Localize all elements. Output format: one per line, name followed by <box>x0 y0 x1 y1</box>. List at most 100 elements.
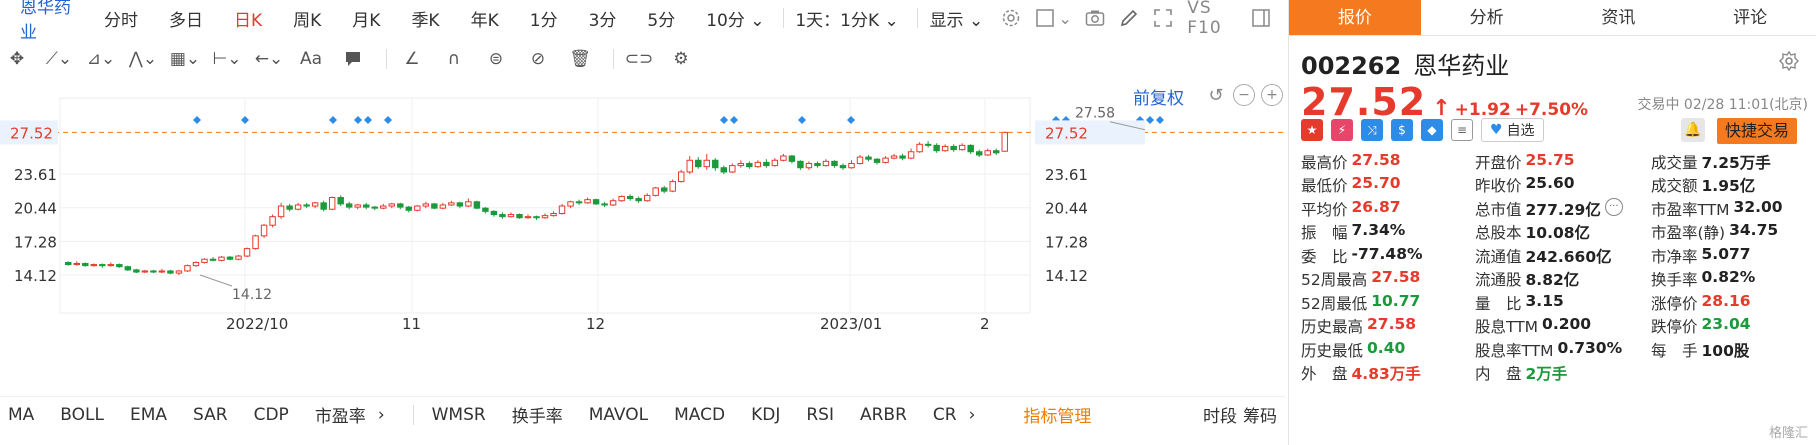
settings-gear-icon[interactable] <box>1001 7 1021 29</box>
drawing-settings-icon[interactable]: ⚙ <box>664 44 698 74</box>
candle-up <box>737 162 745 167</box>
period-tab-3min[interactable]: 3分 <box>589 6 617 31</box>
wave-tool-icon[interactable]: ⋀⌄ <box>126 44 160 74</box>
period-tab-weekly-k[interactable]: 周K <box>293 6 321 31</box>
event-marker-icon <box>847 116 855 124</box>
indicator-sar[interactable]: SAR <box>193 405 228 425</box>
candle-down <box>116 264 123 268</box>
indicator-ema[interactable]: EMA <box>130 405 167 425</box>
candle-up <box>294 204 302 210</box>
line-tool-icon[interactable]: ⟋⌄ <box>42 44 76 74</box>
bell-icon[interactable]: 🔔 <box>1681 118 1705 142</box>
china-flag-icon[interactable]: ★ <box>1301 119 1323 141</box>
indicator-ma[interactable]: MA <box>8 405 34 425</box>
stat-label: 市盈率(静) <box>1651 224 1726 243</box>
candle-down <box>320 202 327 210</box>
dollar-icon[interactable]: $ <box>1391 119 1413 141</box>
stat-value: 1.95亿 <box>1701 177 1756 196</box>
indicator-kdj[interactable]: KDJ <box>751 405 780 425</box>
indicator-arbr[interactable]: ARBR <box>860 405 907 425</box>
period-dropdown-10min[interactable]: 10分 ⌄ <box>706 6 764 31</box>
x-tick-label: 2 <box>980 315 990 333</box>
stat-cell: 最低价 25.70 <box>1301 174 1475 196</box>
period-tab-5min[interactable]: 5分 <box>647 6 675 31</box>
trash-icon[interactable]: 🗑 <box>563 44 597 74</box>
vs-f10-button[interactable]: VS F10 <box>1187 0 1239 38</box>
indicator-rsi[interactable]: RSI <box>806 405 834 425</box>
add-favorite-button[interactable]: ♥ 自选 <box>1481 118 1544 142</box>
fullscreen-icon[interactable] <box>1153 7 1173 29</box>
arrow-tool-icon[interactable]: ←⌄ <box>252 44 286 74</box>
stat-cell: 昨收价 25.60 <box>1475 174 1651 196</box>
stats-row: 平均价 26.87 总市值 277.29亿 ··· 市盈率TTM 32.00 <box>1301 197 1811 221</box>
chevron-down-icon[interactable]: ⌄ <box>1059 7 1072 29</box>
sidebar-toggle-icon[interactable] <box>1251 7 1271 29</box>
move-icon[interactable]: ✥ <box>0 44 34 74</box>
range-tool-icon[interactable]: ⊢⌄ <box>210 44 244 74</box>
note-icon[interactable]: ≡ <box>1451 119 1473 141</box>
tab-news[interactable]: 资讯 <box>1553 0 1685 35</box>
stat-cell: 内 盘 2万手 <box>1475 362 1651 384</box>
link-icon[interactable]: ⊂⊃ <box>622 44 656 74</box>
period-filter-button[interactable]: 时段 <box>1203 402 1237 427</box>
tag-icon[interactable]: ◆ <box>1421 119 1443 141</box>
dropdown-label: 1天：1分K <box>795 10 880 31</box>
indicator-manager-button[interactable]: 指标管理 <box>1023 402 1091 427</box>
lock-drawing-icon[interactable]: ⊜ <box>479 44 513 74</box>
stat-label: 最高价 <box>1301 153 1348 172</box>
stat-label: 开盘价 <box>1475 153 1522 172</box>
tab-analysis[interactable]: 分析 <box>1421 0 1553 35</box>
display-dropdown[interactable]: 显示 ⌄ <box>930 6 984 31</box>
angle-tool-icon[interactable]: ∠ <box>395 44 429 74</box>
period-tab-quarterly-k[interactable]: 季K <box>411 6 439 31</box>
period-tab-1min[interactable]: 1分 <box>530 6 558 31</box>
indicator-cr[interactable]: CR <box>933 405 957 425</box>
chevron-right-icon[interactable]: › <box>378 405 385 425</box>
stat-cell: 市净率 5.077 <box>1651 245 1811 267</box>
camera-icon[interactable] <box>1085 7 1105 29</box>
fibonacci-tool-icon[interactable]: ▦⌄ <box>168 44 202 74</box>
indicator-macd[interactable]: MACD <box>674 405 725 425</box>
pencil-icon[interactable] <box>1119 7 1139 29</box>
interval-dropdown[interactable]: 1天：1分K ⌄ <box>795 6 898 31</box>
gear-icon[interactable] <box>1778 50 1800 77</box>
hide-drawing-icon[interactable]: ⊘ <box>521 44 555 74</box>
period-tab-yearly-k[interactable]: 年K <box>471 6 499 31</box>
indicator-boll[interactable]: BOLL <box>60 405 104 425</box>
tab-quote[interactable]: 报价 <box>1289 0 1421 35</box>
text-tool-icon[interactable]: Aa <box>294 44 328 74</box>
chip-distribution-button[interactable]: 筹码 <box>1243 402 1277 427</box>
divider <box>613 49 614 69</box>
channel-tool-icon[interactable]: ⊿⌄ <box>84 44 118 74</box>
margin-trading-icon[interactable]: ⚡ <box>1331 119 1353 141</box>
stat-label: 昨收价 <box>1475 177 1522 196</box>
connect-icon[interactable]: ⤨ <box>1361 119 1383 141</box>
stock-name-link[interactable]: 恩华药业 <box>20 0 74 43</box>
indicator-cdp[interactable]: CDP <box>254 405 289 425</box>
tab-comments[interactable]: 评论 <box>1684 0 1816 35</box>
box-select-icon[interactable] <box>1035 7 1055 29</box>
period-tab-daily-k[interactable]: 日K <box>234 6 262 31</box>
indicator-turnover[interactable]: 换手率 <box>512 402 563 427</box>
magnet-icon[interactable]: ∩ <box>437 44 471 74</box>
stat-value: 34.75 <box>1729 221 1779 240</box>
stat-value: 7.25万手 <box>1701 153 1771 172</box>
candlestick-chart[interactable]: 23.61 20.44 17.28 14.12 23.61 20.44 17.28 14.1… <box>0 78 1285 396</box>
indicator-mavol[interactable]: MAVOL <box>589 405 648 425</box>
indicator-pe[interactable]: 市盈率 <box>315 402 366 427</box>
candle-up <box>311 202 319 207</box>
candle-up <box>243 248 251 257</box>
chevron-right-icon[interactable]: › <box>969 405 976 425</box>
comment-tool-icon[interactable] <box>336 44 370 74</box>
quick-trade-button[interactable]: 快捷交易 <box>1717 118 1798 144</box>
period-tab-monthly-k[interactable]: 月K <box>352 6 380 31</box>
stat-label: 市净率 <box>1651 247 1698 266</box>
more-icon[interactable]: ··· <box>1604 197 1623 216</box>
quote-panel: 报价 分析 资讯 评论 002262 恩华药业 27.52 ↑ +1.92 +7.… <box>1288 0 1816 445</box>
stats-row: 历史最高 27.58 股息TTM 0.200 跌停价 23.04 <box>1301 315 1811 339</box>
period-tab-fenshi[interactable]: 分时 <box>104 6 138 31</box>
indicator-wmsr[interactable]: WMSR <box>432 405 486 425</box>
candle-up <box>856 156 864 164</box>
period-tab-multi-day[interactable]: 多日 <box>169 6 203 31</box>
candle-down <box>431 203 438 209</box>
